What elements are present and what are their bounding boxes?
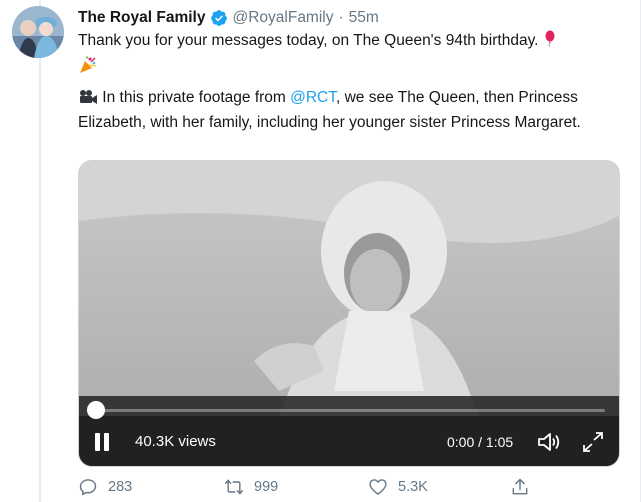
retweet-button[interactable]: 999: [224, 477, 278, 497]
video-frame: [79, 161, 619, 466]
tweet-actions: 283 999 5.3K: [78, 477, 623, 499]
video-player[interactable]: 40.3K views 0:00 / 1:05: [78, 160, 620, 467]
like-count: 5.3K: [398, 479, 428, 495]
progress-track[interactable]: [93, 409, 605, 412]
fullscreen-button[interactable]: [581, 431, 605, 453]
movie-camera-icon: [78, 89, 98, 112]
speaker-icon: [538, 433, 560, 451]
author-handle[interactable]: @RoyalFamily: [232, 9, 333, 27]
view-count: 40.3K views: [135, 433, 216, 450]
reply-button[interactable]: 283: [78, 477, 132, 497]
retweet-count: 999: [254, 479, 279, 495]
retweet-icon: [224, 479, 244, 495]
progress-handle[interactable]: [87, 401, 105, 419]
expand-icon: [583, 432, 603, 452]
volume-button[interactable]: [536, 431, 562, 453]
reply-count: 283: [108, 479, 133, 495]
verified-badge-icon: [210, 9, 228, 27]
reply-icon: [79, 479, 97, 496]
tweet-text-paragraph-1: Thank you for your messages today, on Th…: [78, 30, 618, 82]
pause-icon: [95, 433, 100, 451]
tweet-header: The Royal Family @RoyalFamily · 55m: [78, 9, 379, 27]
pause-button[interactable]: [95, 433, 111, 451]
tweet-text-paragraph-2: In this private footage from @RCT, we se…: [78, 87, 618, 134]
tweet-timestamp[interactable]: 55m: [349, 9, 379, 27]
thread-line: [39, 0, 41, 502]
party-popper-icon: [78, 55, 98, 82]
share-icon: [512, 478, 528, 495]
like-button[interactable]: 5.3K: [368, 477, 428, 497]
heart-icon: [369, 479, 387, 495]
separator-dot: ·: [338, 9, 344, 26]
author-avatar[interactable]: [12, 6, 64, 58]
share-button[interactable]: [510, 477, 540, 497]
author-name[interactable]: The Royal Family: [78, 9, 205, 27]
mention-link[interactable]: @RCT: [290, 89, 336, 106]
tweet-text-line2-prefix: In this private footage from: [98, 89, 291, 106]
balloon-icon: [543, 30, 557, 55]
video-timecode: 0:00 / 1:05: [447, 434, 514, 450]
tweet-text-line1: Thank you for your messages today, on Th…: [78, 32, 539, 49]
